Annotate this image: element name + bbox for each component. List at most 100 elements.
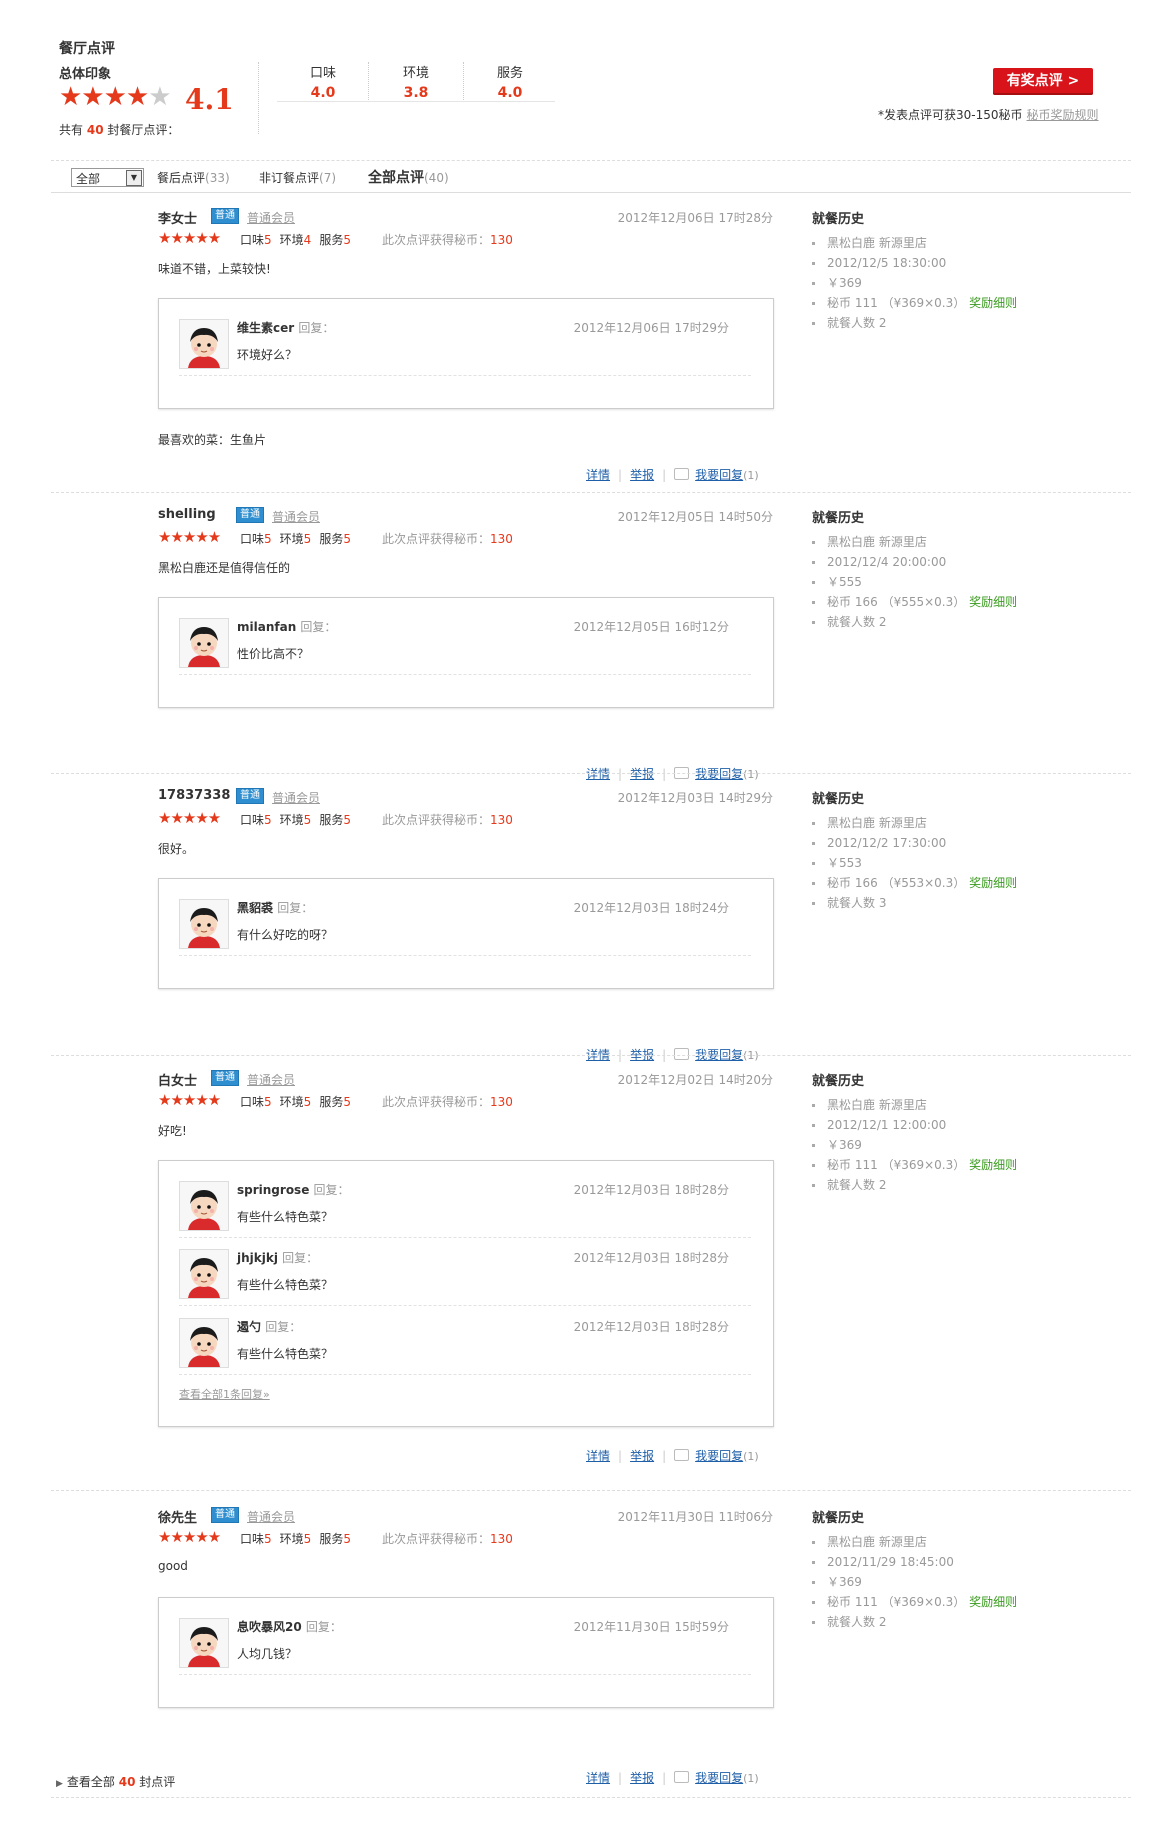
- history-diners-row: 就餐人数 2: [812, 612, 1017, 632]
- reply-link[interactable]: 我要回复: [695, 767, 743, 781]
- bullet-icon: [812, 561, 815, 564]
- avatar: [179, 899, 229, 949]
- history-time-row: 2012/12/4 20:00:00: [812, 552, 1017, 572]
- reply-link[interactable]: 我要回复: [695, 1449, 743, 1463]
- show-all-replies-link[interactable]: 查看全部1条回复»: [179, 1386, 270, 1402]
- history-coin-value: 166 （¥553×0.3）: [854, 876, 966, 890]
- review-text: 黑松白鹿还是值得信任的: [158, 561, 291, 575]
- prize-review-button[interactable]: 有奖点评 >: [993, 68, 1093, 95]
- reward-detail-link[interactable]: 奖励细则: [969, 595, 1017, 609]
- reply-date: 2012年12月03日 18时28分: [573, 1183, 729, 1197]
- comment-icon: [674, 1048, 690, 1060]
- review-text: 好吃!: [158, 1124, 187, 1138]
- reward-detail-link[interactable]: 奖励细则: [969, 1158, 1017, 1172]
- history-time: 2012/12/4 20:00:00: [827, 555, 947, 569]
- reply-link[interactable]: 我要回复: [695, 468, 743, 482]
- reply-author-name[interactable]: 黑貂裘: [237, 901, 273, 915]
- reply-divider: [179, 1305, 751, 1306]
- report-link[interactable]: 举报: [630, 468, 654, 482]
- history-coin-value: 111 （¥369×0.3）: [854, 1158, 966, 1172]
- score-service: 5: [343, 1095, 351, 1109]
- reward-detail-link[interactable]: 奖励细则: [969, 1595, 1017, 1609]
- reward-detail-link[interactable]: 奖励细则: [969, 876, 1017, 890]
- report-link[interactable]: 举报: [630, 1771, 654, 1785]
- bullet-icon: [812, 601, 815, 604]
- detail-link[interactable]: 详情: [586, 1449, 610, 1463]
- review-username[interactable]: 李女士: [158, 208, 197, 227]
- review-coins: 此次点评获得秘币：130: [382, 1530, 513, 1547]
- review-item: 17837338 普通 普通会员 2012年12月03日 14时29分 ★★★★★ 口味5…: [0, 788, 1174, 1062]
- reply-author: 遏勺 回复：: [237, 1318, 301, 1335]
- tab-after-meal[interactable]: 餐后点评(33): [157, 169, 230, 186]
- history-store-row: 黑松白鹿 新源里店: [812, 1532, 1017, 1552]
- review-username[interactable]: 徐先生: [158, 1507, 197, 1526]
- score-label: 服务: [319, 233, 344, 247]
- score-taste: 5: [264, 233, 272, 247]
- reply-author-name[interactable]: 遏勺: [237, 1320, 261, 1334]
- report-link[interactable]: 举报: [630, 1449, 654, 1463]
- member-level-link[interactable]: 普通会员: [247, 1071, 295, 1088]
- review-username[interactable]: 17837338: [158, 788, 230, 803]
- reply-author-name[interactable]: jhjkjkj: [237, 1251, 278, 1265]
- member-level-link[interactable]: 普通会员: [272, 508, 320, 525]
- member-level-link[interactable]: 普通会员: [247, 209, 295, 226]
- prize-rule-link[interactable]: 秘币奖励规则: [1027, 108, 1099, 122]
- score-label: 口味: [240, 813, 265, 827]
- subscore-value: 4.0: [310, 85, 336, 101]
- prize-note-text: *发表点评可获30-150秘币: [878, 108, 1023, 122]
- history-price-row: ￥553: [812, 853, 1017, 873]
- dining-history: 就餐历史 黑松白鹿 新源里店 2012/12/4 20:00:00 ￥555 秘币 16…: [812, 507, 1017, 632]
- action-separator: |: [618, 1771, 623, 1785]
- history-coin-value: 111 （¥369×0.3）: [854, 296, 966, 310]
- member-level-link[interactable]: 普通会员: [272, 789, 320, 806]
- history-diners-label: 就餐人数: [827, 1615, 876, 1629]
- history-diners-label: 就餐人数: [827, 316, 876, 330]
- action-separator: |: [662, 1771, 667, 1785]
- score-label: 服务: [319, 1095, 344, 1109]
- reply-author-name[interactable]: milanfan: [237, 620, 296, 634]
- tab-label: 全部点评: [368, 170, 424, 186]
- detail-link[interactable]: 详情: [586, 468, 610, 482]
- reply-author-name[interactable]: springrose: [237, 1183, 309, 1197]
- page-title: 餐厅点评: [59, 41, 115, 57]
- history-title: 就餐历史: [812, 1511, 865, 1526]
- reply-item: springrose 回复： 2012年12月03日 18时28分 有些什么特色菜？: [179, 1181, 751, 1241]
- report-link[interactable]: 举报: [630, 767, 654, 781]
- reply-author: 息吹暴风20 回复：: [237, 1618, 342, 1635]
- reply-date: 2012年12月03日 18时28分: [573, 1251, 729, 1265]
- reply-item: 遏勺 回复： 2012年12月03日 18时28分 有些什么特色菜？: [179, 1318, 751, 1378]
- history-title: 就餐历史: [812, 212, 865, 227]
- review-username[interactable]: shelling: [158, 507, 216, 522]
- bullet-icon: [812, 882, 815, 885]
- avatar-icon: [180, 1182, 228, 1230]
- review-coins: 此次点评获得秘币：130: [382, 530, 513, 547]
- reply-text: 有些什么特色菜？: [237, 1347, 334, 1361]
- score-label: 服务: [319, 813, 344, 827]
- history-coin-value: 166 （¥555×0.3）: [854, 595, 966, 609]
- detail-link[interactable]: 详情: [586, 767, 610, 781]
- chevron-down-icon[interactable]: ▼: [126, 170, 142, 186]
- history-time-row: 2012/12/5 18:30:00: [812, 253, 1017, 273]
- divider: [51, 1490, 1131, 1491]
- filter-select[interactable]: 全部 ▼: [71, 168, 144, 187]
- score-label: 环境: [279, 532, 304, 546]
- reply-item: 维生素cer 回复： 2012年12月06日 17时29分 环境好么？: [179, 319, 751, 379]
- detail-link[interactable]: 详情: [586, 1771, 610, 1785]
- reply-author-name[interactable]: 维生素cer: [237, 321, 294, 335]
- reply-word: 回复：: [282, 1251, 319, 1265]
- header-divider: [258, 62, 259, 134]
- reward-detail-link[interactable]: 奖励细则: [969, 296, 1017, 310]
- history-list: 黑松白鹿 新源里店 2012/12/4 20:00:00 ￥555 秘币 166 （¥…: [812, 532, 1017, 632]
- history-coin-row: 秘币 111 （¥369×0.3） 奖励细则: [812, 1592, 1017, 1612]
- tab-all[interactable]: 全部点评(40): [368, 167, 449, 187]
- tab-non-order[interactable]: 非订餐点评(7): [259, 169, 336, 186]
- view-all-reviews-link[interactable]: ▶ 查看全部 40 封点评: [56, 1773, 175, 1790]
- member-level-link[interactable]: 普通会员: [247, 1508, 295, 1525]
- bullet-icon: [812, 282, 815, 285]
- coin-value: 130: [490, 1532, 513, 1546]
- avatar: [179, 319, 229, 369]
- reply-link[interactable]: 我要回复: [695, 1771, 743, 1785]
- action-separator: |: [618, 1449, 623, 1463]
- reply-author-name[interactable]: 息吹暴风20: [237, 1620, 302, 1634]
- review-username[interactable]: 白女士: [158, 1070, 197, 1089]
